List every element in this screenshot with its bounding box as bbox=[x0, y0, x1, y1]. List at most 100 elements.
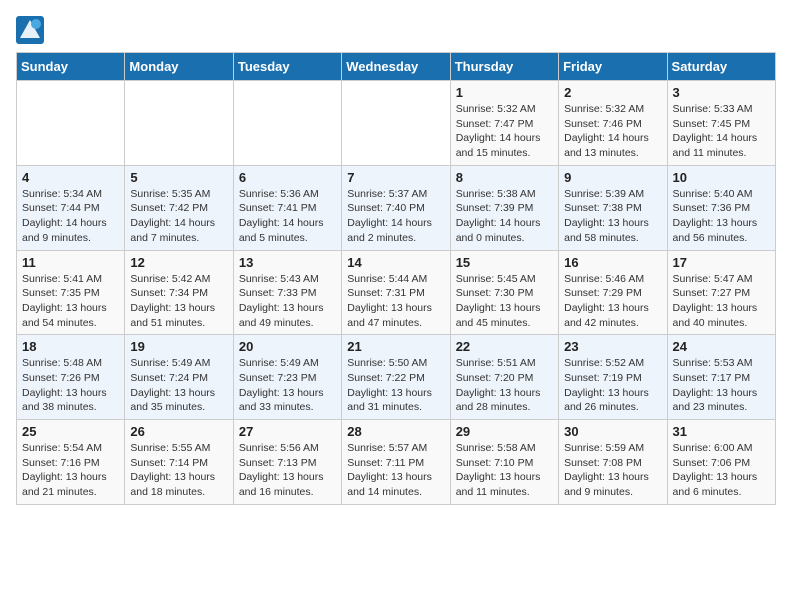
day-number: 14 bbox=[347, 255, 444, 270]
page-header bbox=[16, 16, 776, 44]
day-info: Sunrise: 5:41 AM Sunset: 7:35 PM Dayligh… bbox=[22, 272, 119, 331]
weekday-header-friday: Friday bbox=[559, 53, 667, 81]
calendar-cell bbox=[125, 81, 233, 166]
day-info: Sunrise: 6:00 AM Sunset: 7:06 PM Dayligh… bbox=[673, 441, 770, 500]
logo-icon bbox=[16, 16, 44, 44]
day-info: Sunrise: 5:47 AM Sunset: 7:27 PM Dayligh… bbox=[673, 272, 770, 331]
day-number: 24 bbox=[673, 339, 770, 354]
day-number: 1 bbox=[456, 85, 553, 100]
day-number: 30 bbox=[564, 424, 661, 439]
day-number: 5 bbox=[130, 170, 227, 185]
weekday-header-tuesday: Tuesday bbox=[233, 53, 341, 81]
day-info: Sunrise: 5:55 AM Sunset: 7:14 PM Dayligh… bbox=[130, 441, 227, 500]
day-info: Sunrise: 5:42 AM Sunset: 7:34 PM Dayligh… bbox=[130, 272, 227, 331]
calendar-cell: 9Sunrise: 5:39 AM Sunset: 7:38 PM Daylig… bbox=[559, 165, 667, 250]
day-info: Sunrise: 5:35 AM Sunset: 7:42 PM Dayligh… bbox=[130, 187, 227, 246]
calendar-cell: 12Sunrise: 5:42 AM Sunset: 7:34 PM Dayli… bbox=[125, 250, 233, 335]
calendar-cell: 19 Sunrise: 5:49 AM Sunset: 7:24 PM Dayli… bbox=[125, 335, 233, 420]
day-info: Sunrise: 5:51 AM Sunset: 7:20 PM Dayligh… bbox=[456, 356, 553, 415]
day-info: Sunrise: 5:34 AM Sunset: 7:44 PM Dayligh… bbox=[22, 187, 119, 246]
day-number: 9 bbox=[564, 170, 661, 185]
day-info: Sunrise: 5:49 AM Sunset: 7:24 PM Dayligh… bbox=[130, 356, 227, 415]
calendar-cell: 6 Sunrise: 5:36 AM Sunset: 7:41 PM Daylig… bbox=[233, 165, 341, 250]
calendar-cell: 8 Sunrise: 5:38 AM Sunset: 7:39 PM Daylig… bbox=[450, 165, 558, 250]
day-info: Sunrise: 5:57 AM Sunset: 7:11 PM Dayligh… bbox=[347, 441, 444, 500]
day-number: 27 bbox=[239, 424, 336, 439]
calendar-cell: 2Sunrise: 5:32 AM Sunset: 7:46 PM Daylig… bbox=[559, 81, 667, 166]
day-info: Sunrise: 5:36 AM Sunset: 7:41 PM Dayligh… bbox=[239, 187, 336, 246]
calendar-week-row: 11 Sunrise: 5:41 AM Sunset: 7:35 PM Dayli… bbox=[17, 250, 776, 335]
calendar-cell: 3 Sunrise: 5:33 AM Sunset: 7:45 PM Daylig… bbox=[667, 81, 775, 166]
calendar-cell: 18 Sunrise: 5:48 AM Sunset: 7:26 PM Dayli… bbox=[17, 335, 125, 420]
day-info: Sunrise: 5:49 AM Sunset: 7:23 PM Dayligh… bbox=[239, 356, 336, 415]
weekday-header-monday: Monday bbox=[125, 53, 233, 81]
calendar-week-row: 18 Sunrise: 5:48 AM Sunset: 7:26 PM Dayli… bbox=[17, 335, 776, 420]
calendar-cell: 16 Sunrise: 5:46 AM Sunset: 7:29 PM Dayli… bbox=[559, 250, 667, 335]
day-number: 11 bbox=[22, 255, 119, 270]
day-info: Sunrise: 5:50 AM Sunset: 7:22 PM Dayligh… bbox=[347, 356, 444, 415]
calendar-cell: 24 Sunrise: 5:53 AM Sunset: 7:17 PM Dayli… bbox=[667, 335, 775, 420]
day-info: Sunrise: 5:52 AM Sunset: 7:19 PM Dayligh… bbox=[564, 356, 661, 415]
day-number: 28 bbox=[347, 424, 444, 439]
day-number: 25 bbox=[22, 424, 119, 439]
calendar-cell bbox=[342, 81, 450, 166]
day-number: 26 bbox=[130, 424, 227, 439]
calendar-cell: 28 Sunrise: 5:57 AM Sunset: 7:11 PM Dayli… bbox=[342, 420, 450, 505]
calendar-week-row: 1Sunrise: 5:32 AM Sunset: 7:47 PM Daylig… bbox=[17, 81, 776, 166]
day-info: Sunrise: 5:32 AM Sunset: 7:46 PM Dayligh… bbox=[564, 102, 661, 161]
calendar-cell: 7 Sunrise: 5:37 AM Sunset: 7:40 PM Daylig… bbox=[342, 165, 450, 250]
day-info: Sunrise: 5:54 AM Sunset: 7:16 PM Dayligh… bbox=[22, 441, 119, 500]
weekday-header-thursday: Thursday bbox=[450, 53, 558, 81]
day-number: 31 bbox=[673, 424, 770, 439]
day-number: 6 bbox=[239, 170, 336, 185]
day-info: Sunrise: 5:33 AM Sunset: 7:45 PM Dayligh… bbox=[673, 102, 770, 161]
calendar-cell: 5 Sunrise: 5:35 AM Sunset: 7:42 PM Daylig… bbox=[125, 165, 233, 250]
day-number: 18 bbox=[22, 339, 119, 354]
day-info: Sunrise: 5:56 AM Sunset: 7:13 PM Dayligh… bbox=[239, 441, 336, 500]
day-number: 8 bbox=[456, 170, 553, 185]
calendar-cell: 22 Sunrise: 5:51 AM Sunset: 7:20 PM Dayli… bbox=[450, 335, 558, 420]
calendar-cell: 20Sunrise: 5:49 AM Sunset: 7:23 PM Dayli… bbox=[233, 335, 341, 420]
day-number: 7 bbox=[347, 170, 444, 185]
day-info: Sunrise: 5:40 AM Sunset: 7:36 PM Dayligh… bbox=[673, 187, 770, 246]
calendar-cell: 29 Sunrise: 5:58 AM Sunset: 7:10 PM Dayli… bbox=[450, 420, 558, 505]
day-number: 29 bbox=[456, 424, 553, 439]
weekday-header-wednesday: Wednesday bbox=[342, 53, 450, 81]
day-info: Sunrise: 5:48 AM Sunset: 7:26 PM Dayligh… bbox=[22, 356, 119, 415]
day-number: 4 bbox=[22, 170, 119, 185]
calendar-cell: 10 Sunrise: 5:40 AM Sunset: 7:36 PM Dayli… bbox=[667, 165, 775, 250]
calendar-cell: 13Sunrise: 5:43 AM Sunset: 7:33 PM Dayli… bbox=[233, 250, 341, 335]
calendar-cell: 11 Sunrise: 5:41 AM Sunset: 7:35 PM Dayli… bbox=[17, 250, 125, 335]
day-info: Sunrise: 5:37 AM Sunset: 7:40 PM Dayligh… bbox=[347, 187, 444, 246]
day-info: Sunrise: 5:53 AM Sunset: 7:17 PM Dayligh… bbox=[673, 356, 770, 415]
calendar-cell: 14 Sunrise: 5:44 AM Sunset: 7:31 PM Dayli… bbox=[342, 250, 450, 335]
calendar-cell: 4 Sunrise: 5:34 AM Sunset: 7:44 PM Daylig… bbox=[17, 165, 125, 250]
day-number: 16 bbox=[564, 255, 661, 270]
day-info: Sunrise: 5:44 AM Sunset: 7:31 PM Dayligh… bbox=[347, 272, 444, 331]
day-info: Sunrise: 5:46 AM Sunset: 7:29 PM Dayligh… bbox=[564, 272, 661, 331]
calendar-cell: 31 Sunrise: 6:00 AM Sunset: 7:06 PM Dayli… bbox=[667, 420, 775, 505]
day-number: 15 bbox=[456, 255, 553, 270]
calendar-week-row: 25 Sunrise: 5:54 AM Sunset: 7:16 PM Dayli… bbox=[17, 420, 776, 505]
weekday-header-saturday: Saturday bbox=[667, 53, 775, 81]
day-number: 10 bbox=[673, 170, 770, 185]
day-number: 22 bbox=[456, 339, 553, 354]
logo bbox=[16, 16, 48, 44]
day-number: 17 bbox=[673, 255, 770, 270]
calendar-cell: 21 Sunrise: 5:50 AM Sunset: 7:22 PM Dayli… bbox=[342, 335, 450, 420]
day-number: 3 bbox=[673, 85, 770, 100]
day-info: Sunrise: 5:43 AM Sunset: 7:33 PM Dayligh… bbox=[239, 272, 336, 331]
day-number: 21 bbox=[347, 339, 444, 354]
calendar-cell: 30 Sunrise: 5:59 AM Sunset: 7:08 PM Dayli… bbox=[559, 420, 667, 505]
calendar-cell bbox=[233, 81, 341, 166]
day-info: Sunrise: 5:58 AM Sunset: 7:10 PM Dayligh… bbox=[456, 441, 553, 500]
calendar-cell: 17 Sunrise: 5:47 AM Sunset: 7:27 PM Dayli… bbox=[667, 250, 775, 335]
calendar-cell: 15 Sunrise: 5:45 AM Sunset: 7:30 PM Dayli… bbox=[450, 250, 558, 335]
calendar-cell: 1Sunrise: 5:32 AM Sunset: 7:47 PM Daylig… bbox=[450, 81, 558, 166]
weekday-header-row: SundayMondayTuesdayWednesdayThursdayFrid… bbox=[17, 53, 776, 81]
day-info: Sunrise: 5:38 AM Sunset: 7:39 PM Dayligh… bbox=[456, 187, 553, 246]
day-info: Sunrise: 5:59 AM Sunset: 7:08 PM Dayligh… bbox=[564, 441, 661, 500]
day-info: Sunrise: 5:45 AM Sunset: 7:30 PM Dayligh… bbox=[456, 272, 553, 331]
day-number: 19 bbox=[130, 339, 227, 354]
calendar-cell: 25 Sunrise: 5:54 AM Sunset: 7:16 PM Dayli… bbox=[17, 420, 125, 505]
